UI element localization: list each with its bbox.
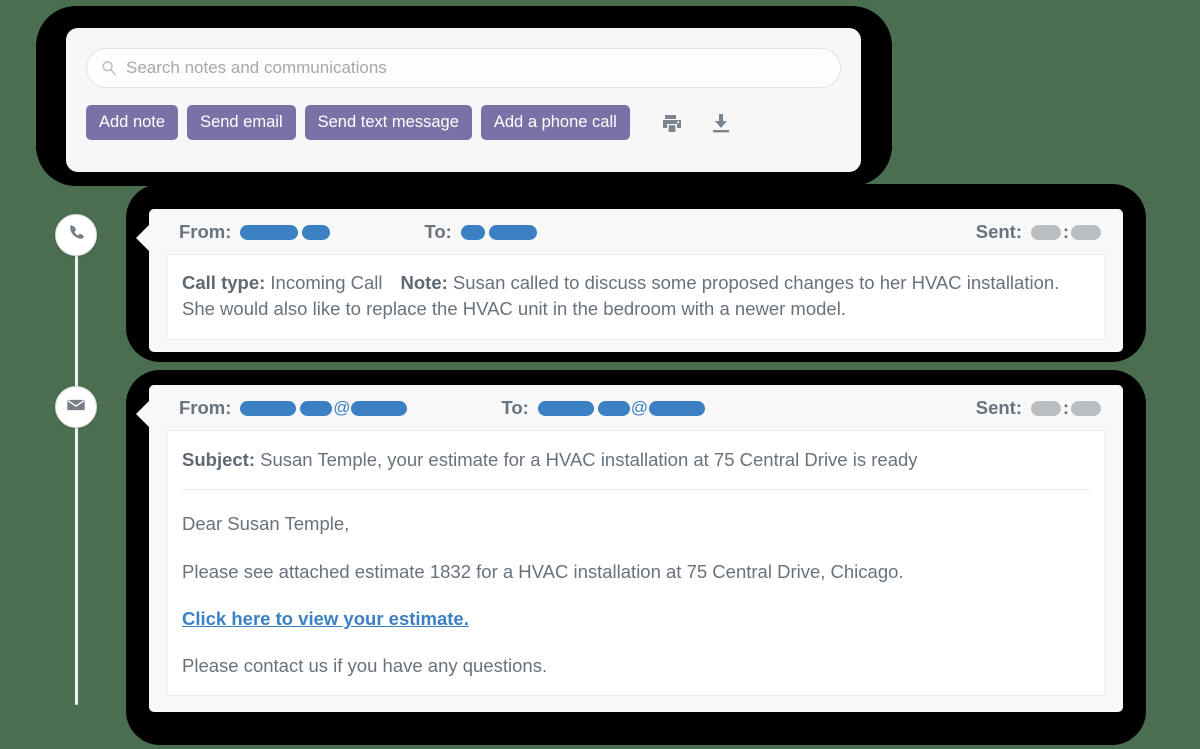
email-from-group: From: @ — [179, 397, 408, 419]
redaction-pill — [1071, 224, 1101, 240]
email-subject-divider — [182, 489, 1090, 491]
print-icon[interactable] — [659, 110, 685, 136]
call-from-redacted — [240, 224, 331, 240]
at-symbol: @ — [333, 398, 351, 417]
call-to-redacted — [460, 224, 537, 240]
search-field[interactable] — [86, 48, 841, 88]
call-note-label: Note: — [400, 272, 448, 293]
email-card-body: Subject: Susan Temple, your estimate for… — [167, 430, 1105, 697]
redaction-pill — [240, 400, 297, 416]
redaction-pill — [1031, 400, 1061, 416]
redaction-pill — [1071, 400, 1101, 416]
add-phone-call-button[interactable]: Add a phone call — [480, 105, 630, 141]
call-to-group: To: — [424, 221, 537, 243]
add-note-button[interactable]: Add note — [86, 105, 179, 141]
call-from-label: From: — [179, 221, 232, 242]
email-paragraph: Please see attached estimate 1832 for a … — [182, 560, 904, 582]
at-symbol: @ — [630, 398, 648, 417]
call-card-header: From: To: Sent: : — [149, 209, 1123, 254]
redaction-pill — [300, 400, 333, 416]
email-sent-label: Sent: — [975, 397, 1022, 418]
time-colon: : — [1063, 221, 1069, 242]
redaction-pill — [537, 400, 594, 416]
view-estimate-link[interactable]: Click here to view your estimate. — [182, 608, 469, 629]
email-record-card[interactable]: From: @ To: @ Sent: : Subject: Susan Tem… — [136, 385, 1123, 712]
phone-call-record-card[interactable]: From: To: Sent: : Call type: Incoming Ca… — [136, 209, 1123, 352]
call-card-body: Call type: Incoming Call Note: Susan call… — [167, 254, 1105, 340]
timeline-node-phone-call[interactable] — [55, 214, 97, 256]
timeline-node-email[interactable] — [55, 386, 97, 428]
notes-toolbar-panel: Add note Send email Send text message Ad… — [66, 28, 861, 172]
redaction-pill — [488, 224, 537, 240]
email-link-row: Click here to view your estimate. — [182, 606, 1090, 632]
redaction-pill — [302, 224, 331, 240]
timeline-connector-line — [75, 245, 78, 705]
card-pointer-notch — [136, 401, 149, 427]
email-sent-redacted: : — [1031, 398, 1101, 419]
email-greeting: Dear Susan Temple, — [182, 513, 350, 535]
envelope-icon — [65, 394, 87, 421]
search-icon — [101, 60, 117, 76]
call-type-label: Call type: — [182, 272, 266, 293]
call-sent-label: Sent: — [975, 221, 1022, 242]
send-email-button[interactable]: Send email — [187, 105, 296, 141]
email-subject-value: Susan Temple, your estimate for a HVAC i… — [260, 449, 918, 470]
send-text-message-button[interactable]: Send text message — [304, 105, 472, 141]
call-from-group: From: — [179, 221, 331, 243]
email-to-label: To: — [501, 397, 529, 418]
redaction-pill — [648, 400, 705, 416]
email-to-group: To: @ — [501, 397, 705, 419]
email-subject-line: Subject: Susan Temple, your estimate for… — [182, 447, 1090, 489]
card-pointer-notch — [136, 225, 149, 251]
email-closing: Please contact us if you have any questi… — [182, 655, 548, 677]
email-from-redacted: @ — [240, 398, 408, 417]
email-to-redacted: @ — [537, 398, 705, 417]
call-sent-redacted: : — [1031, 222, 1101, 243]
action-button-row: Add note Send email Send text message Ad… — [86, 105, 841, 141]
download-icon[interactable] — [708, 110, 734, 136]
redaction-pill — [351, 400, 408, 416]
email-sent-group: Sent: : — [976, 397, 1101, 419]
redaction-pill — [460, 224, 485, 240]
call-type-value: Incoming Call — [270, 272, 383, 293]
redaction-pill — [1031, 224, 1061, 240]
call-to-label: To: — [424, 221, 452, 242]
redaction-pill — [597, 400, 630, 416]
email-subject-label: Subject: — [182, 449, 255, 470]
redaction-pill — [240, 224, 299, 240]
search-input[interactable] — [126, 58, 826, 78]
call-sent-group: Sent: : — [976, 221, 1101, 243]
email-from-label: From: — [179, 397, 232, 418]
time-colon: : — [1063, 397, 1069, 418]
email-card-header: From: @ To: @ Sent: : — [149, 385, 1123, 430]
phone-icon — [66, 222, 87, 248]
